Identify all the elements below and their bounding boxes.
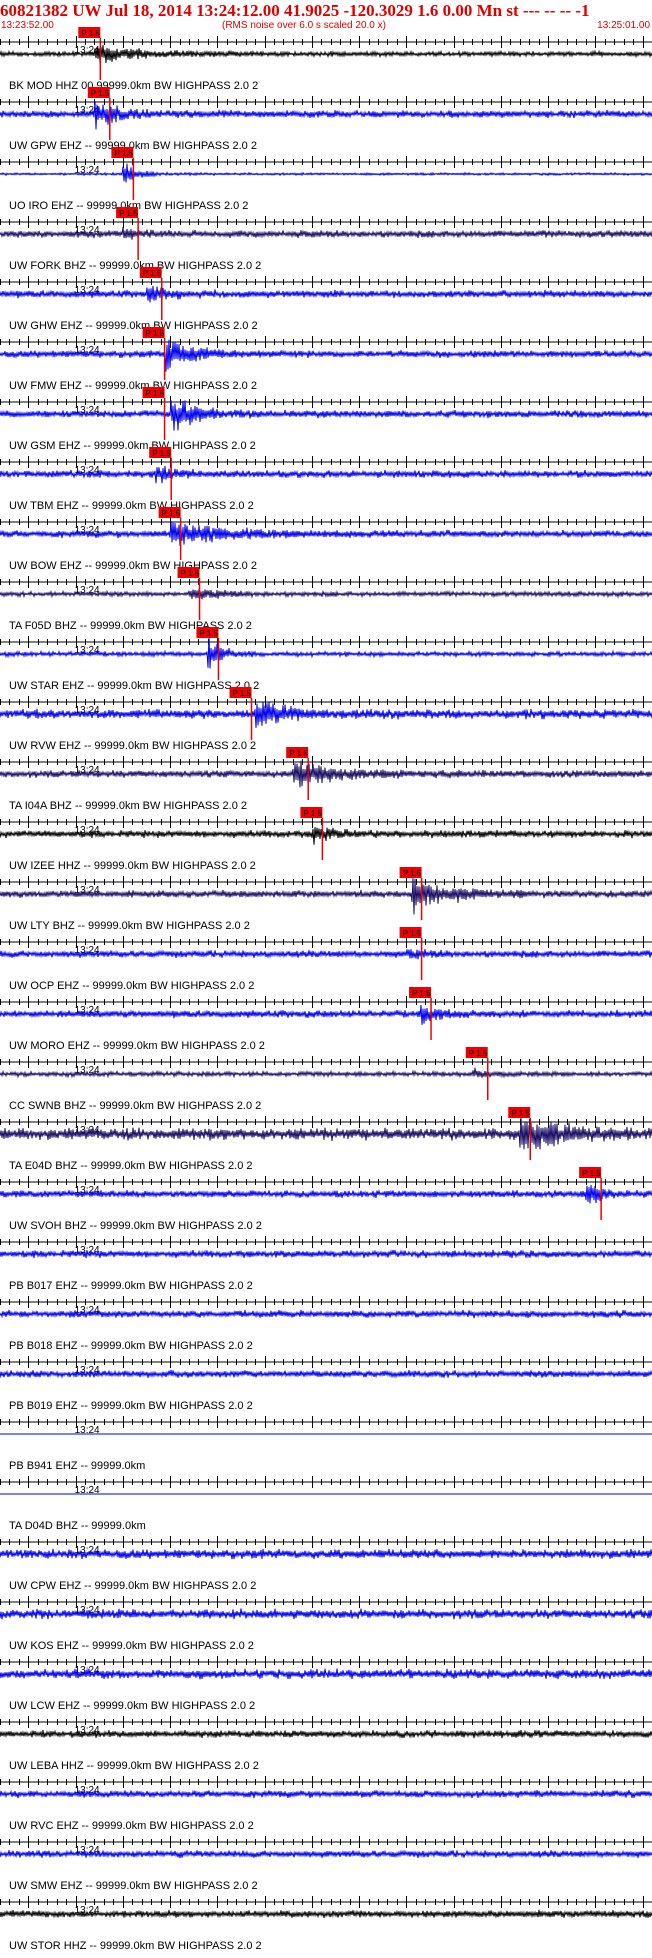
channel-label: PB B018 EHZ -- 99999.0km BW HIGHPASS 2.0… <box>9 1340 253 1352</box>
trace-panel: 13:24UW LEBA HHZ -- 99999.0km BW HIGHPAS… <box>0 1716 652 1772</box>
pick-label: P 1.5 <box>469 1049 488 1058</box>
pick-label: P 1.5 <box>119 209 138 218</box>
pick-label: P 1.5 <box>146 329 165 338</box>
seismogram-plot: 13:24P 1.5BK MOD HHZ 00 99999.0km BW HIG… <box>0 27 652 1952</box>
trace-panel: 13:24UW STOR HHZ -- 99999.0km BW HIGHPAS… <box>0 1896 652 1952</box>
trace-panel: 13:24P 1.5UW SVOH BHZ -- 99999.0km BW HI… <box>0 1167 652 1232</box>
pick-label: P 1.5 <box>511 1109 530 1118</box>
trace-panel: 13:24P 1.5CC SWNB BHZ -- 99999.0km BW HI… <box>0 1047 652 1112</box>
pick-label: P 1.5 <box>403 869 422 878</box>
pick-label: P 1.5 <box>403 929 422 938</box>
pick-label: P 1.5 <box>143 269 162 278</box>
trace-panel: 13:24P 1.5UW TBM EHZ -- 99999.0km BW HIG… <box>0 447 652 512</box>
channel-label: UW CPW EHZ -- 99999.0km BW HIGHPASS 2.0 … <box>9 1580 256 1592</box>
trace-panel: 13:24P 1.5TA I04A BHZ -- 99999.0km BW HI… <box>0 747 652 812</box>
channel-label: TA I04A BHZ -- 99999.0km BW HIGHPASS 2.0… <box>9 800 247 812</box>
channel-label: UW LEBA HHZ -- 99999.0km BW HIGHPASS 2.0… <box>9 1760 259 1772</box>
pick-label: P 1.5 <box>412 989 431 998</box>
trace-panel: 13:24P 1.5UW RVW EHZ -- 99999.0km BW HIG… <box>0 687 652 752</box>
trace-panel: 13:24PB B017 EHZ -- 99999.0km BW HIGHPAS… <box>0 1236 652 1292</box>
trace-panel: 13:24P 1.5UW OCP EHZ -- 99999.0km BW HIG… <box>0 927 652 992</box>
waveform-trace <box>0 878 652 915</box>
channel-label: UW GHW EHZ -- 99999.0km BW HIGHPASS 2.0 … <box>9 320 258 332</box>
channel-label: UW IZEE HHZ -- 99999.0km BW HIGHPASS 2.0… <box>9 860 256 872</box>
channel-label: UW SMW EHZ -- 99999.0km BW HIGHPASS 2.0 … <box>9 1880 258 1892</box>
pick-label: P 1.5 <box>91 89 110 98</box>
trace-panel: 13:24P 1.5UW FMW EHZ -- 99999.0km BW HIG… <box>0 327 652 392</box>
pick-label: P 1.5 <box>81 29 100 38</box>
trace-panel: 13:24P 1.5UW STAR EHZ -- 99999.0km BW HI… <box>0 627 652 692</box>
pick-label: P 1.5 <box>303 809 322 818</box>
trace-panel: 13:24P 1.5TA E04D BHZ -- 99999.0km BW HI… <box>0 1107 652 1172</box>
channel-label: UW FORK BHZ -- 99999.0km BW HIGHPASS 2.0… <box>9 260 261 272</box>
pick-label: P 1.5 <box>114 149 133 158</box>
channel-label: UW MORO EHZ -- 99999.0km BW HIGHPASS 2.0… <box>9 1040 265 1052</box>
channel-label: UW KOS EHZ -- 99999.0km BW HIGHPASS 2.0 … <box>9 1640 254 1652</box>
trace-panel: 13:24P 1.5UW FORK BHZ -- 99999.0km BW HI… <box>0 207 652 272</box>
trace-panel: 13:24P 1.5BK MOD HHZ 00 99999.0km BW HIG… <box>0 27 652 92</box>
pick-label: P 1.5 <box>199 629 218 638</box>
channel-label: UW RVW EHZ -- 99999.0km BW HIGHPASS 2.0 … <box>9 740 256 752</box>
trace-panel: 13:24PB B018 EHZ -- 99999.0km BW HIGHPAS… <box>0 1296 652 1352</box>
trace-panel: 13:24P 1.5UW GPW EHZ -- 99999.0km BW HIG… <box>0 87 652 152</box>
channel-label: BK MOD HHZ 00 99999.0km BW HIGHPASS 2.0 … <box>9 80 258 92</box>
trace-panel: 13:24UW CPW EHZ -- 99999.0km BW HIGHPASS… <box>0 1536 652 1592</box>
pick-label: P 1.5 <box>146 389 165 398</box>
trace-panel: 13:24P 1.5UW GHW EHZ -- 99999.0km BW HIG… <box>0 267 652 332</box>
channel-label: UW RVC EHZ -- 99999.0km BW HIGHPASS 2.0 … <box>9 1820 254 1832</box>
pick-label: P 1.5 <box>162 509 181 518</box>
channel-label: UW OCP EHZ -- 99999.0km BW HIGHPASS 2.0 … <box>9 980 254 992</box>
pick-label: P 1.5 <box>582 1169 601 1178</box>
channel-label: UW BOW EHZ -- 99999.0km BW HIGHPASS 2.0 … <box>9 560 257 572</box>
channel-label: UW STOR HHZ -- 99999.0km BW HIGHPASS 2.0… <box>9 1940 262 1952</box>
trace-panel: 13:24UW RVC EHZ -- 99999.0km BW HIGHPASS… <box>0 1776 652 1832</box>
channel-label: PB B017 EHZ -- 99999.0km BW HIGHPASS 2.0… <box>9 1280 253 1292</box>
trace-panel: 13:24PB B019 EHZ -- 99999.0km BW HIGHPAS… <box>0 1356 652 1412</box>
trace-panel: 13:24P 1.5UW GSM EHZ -- 99999.0km BW HIG… <box>0 387 652 452</box>
trace-panel: 13:24TA D04D BHZ -- 99999.0km <box>0 1476 652 1532</box>
channel-label: PB B019 EHZ -- 99999.0km BW HIGHPASS 2.0… <box>9 1400 253 1412</box>
channel-label: UW FMW EHZ -- 99999.0km BW HIGHPASS 2.0 … <box>9 380 257 392</box>
pick-label: P 1.5 <box>181 569 200 578</box>
pick-label: P 1.5 <box>233 689 252 698</box>
channel-label: UW LTY BHZ -- 99999.0km BW HIGHPASS 2.0 … <box>9 920 250 932</box>
trace-panel: 13:24P 1.5UW IZEE HHZ -- 99999.0km BW HI… <box>0 807 652 872</box>
trace-panel: 13:24P 1.5UW BOW EHZ -- 99999.0km BW HIG… <box>0 507 652 572</box>
pick-label: P 1.5 <box>289 749 308 758</box>
channel-label: PB B941 EHZ -- 99999.0km <box>9 1460 145 1472</box>
pick-label: P 1.5 <box>152 449 171 458</box>
channel-label: TA E04D BHZ -- 99999.0km BW HIGHPASS 2.0… <box>9 1160 253 1172</box>
channel-label: UW SVOH BHZ -- 99999.0km BW HIGHPASS 2.0… <box>9 1220 262 1232</box>
channel-label: UW LCW EHZ -- 99999.0km BW HIGHPASS 2.0 … <box>9 1700 255 1712</box>
trace-panel: 13:24UW LCW EHZ -- 99999.0km BW HIGHPASS… <box>0 1656 652 1712</box>
trace-panel: 13:24PB B941 EHZ -- 99999.0km <box>0 1416 652 1472</box>
channel-label: UW GSM EHZ -- 99999.0km BW HIGHPASS 2.0 … <box>9 440 256 452</box>
trace-panel: 13:24P 1.5UW MORO EHZ -- 99999.0km BW HI… <box>0 987 652 1052</box>
trace-panel: 13:24P 1.5TA F05D BHZ -- 99999.0km BW HI… <box>0 567 652 632</box>
channel-label: TA D04D BHZ -- 99999.0km <box>9 1520 146 1532</box>
channel-label: CC SWNB BHZ -- 99999.0km BW HIGHPASS 2.0… <box>9 1100 261 1112</box>
trace-panel: 13:24P 1.5UW LTY BHZ -- 99999.0km BW HIG… <box>0 867 652 932</box>
trace-panel: 13:24P 1.5UO IRO EHZ -- 99999.0km BW HIG… <box>0 147 652 212</box>
trace-panel: 13:24UW KOS EHZ -- 99999.0km BW HIGHPASS… <box>0 1596 652 1652</box>
channel-label: UW TBM EHZ -- 99999.0km BW HIGHPASS 2.0 … <box>9 500 254 512</box>
channel-label: UW STAR EHZ -- 99999.0km BW HIGHPASS 2.0… <box>9 680 259 692</box>
trace-panel: 13:24UW SMW EHZ -- 99999.0km BW HIGHPASS… <box>0 1836 652 1892</box>
